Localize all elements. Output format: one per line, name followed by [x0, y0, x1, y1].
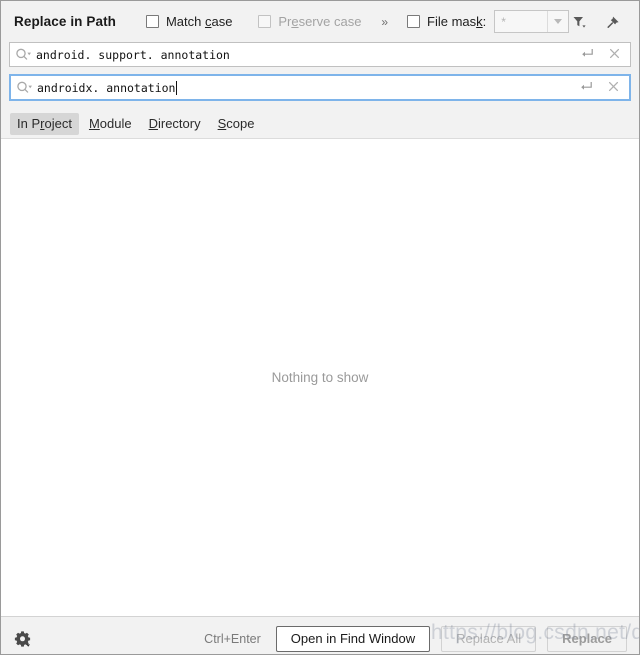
clear-icon[interactable]	[608, 47, 621, 63]
results-area: Nothing to show	[1, 138, 639, 616]
dialog-footer: Ctrl+Enter Open in Find Window Replace A…	[1, 616, 639, 654]
filter-icon[interactable]	[569, 12, 589, 32]
return-icon[interactable]	[579, 47, 594, 63]
tab-directory[interactable]: Directory	[142, 113, 208, 135]
dialog-header: Replace in Path Match case Preserve case…	[1, 1, 639, 42]
preserve-case-label: Preserve case	[278, 14, 362, 29]
preserve-case-checkbox-box[interactable]	[258, 15, 272, 28]
file-mask-checkbox[interactable]: File mask:	[407, 14, 486, 29]
tab-module[interactable]: Module	[82, 113, 139, 135]
search-dropdown-icon[interactable]	[10, 47, 36, 62]
file-mask-checkbox-box[interactable]	[407, 15, 421, 28]
pin-icon[interactable]	[603, 12, 623, 32]
file-mask-combobox[interactable]: *	[494, 10, 569, 33]
replace-field-row[interactable]: androidx. annotation	[9, 74, 631, 101]
replace-input[interactable]: androidx. annotation	[37, 80, 578, 95]
scope-tabs: In Project Module Directory Scope	[1, 109, 639, 138]
file-mask-label: File mask:	[427, 14, 487, 29]
settings-button[interactable]	[13, 629, 33, 649]
more-options-expander[interactable]: »	[379, 15, 389, 29]
return-icon[interactable]	[578, 80, 593, 96]
tab-scope[interactable]: Scope	[211, 113, 262, 135]
find-field-actions	[579, 47, 630, 63]
file-mask-dropdown-button[interactable]	[546, 11, 568, 32]
tab-in-project[interactable]: In Project	[10, 112, 79, 135]
gear-icon	[14, 630, 31, 647]
header-icon-group	[569, 12, 629, 32]
footer-actions: Ctrl+Enter Open in Find Window Replace A…	[204, 625, 627, 652]
match-case-checkbox-box[interactable]	[145, 15, 159, 28]
chevron-down-icon	[553, 19, 562, 24]
search-dropdown-icon[interactable]	[11, 80, 37, 95]
page-title: Replace in Path	[14, 14, 117, 29]
empty-state-message: Nothing to show	[271, 370, 369, 385]
match-case-checkbox[interactable]: Match case	[145, 14, 233, 29]
clear-icon[interactable]	[607, 80, 620, 96]
replace-in-path-dialog: Replace in Path Match case Preserve case…	[0, 0, 640, 655]
replace-input-value: androidx. annotation	[37, 80, 176, 95]
text-caret	[176, 80, 178, 95]
replace-all-button[interactable]: Replace All	[441, 625, 537, 652]
open-in-find-window-button[interactable]: Open in Find Window	[275, 625, 431, 652]
find-field-row[interactable]: android. support. annotation	[9, 42, 631, 67]
file-mask-input[interactable]: *	[495, 11, 547, 32]
replace-field-actions	[578, 80, 629, 96]
match-case-label: Match case	[165, 14, 233, 29]
replace-button[interactable]: Replace	[547, 625, 627, 652]
preserve-case-checkbox[interactable]: Preserve case	[258, 14, 361, 29]
shortcut-hint: Ctrl+Enter	[204, 631, 261, 646]
search-fields: android. support. annotation androidx. a…	[1, 42, 639, 101]
find-input[interactable]: android. support. annotation	[36, 48, 579, 62]
